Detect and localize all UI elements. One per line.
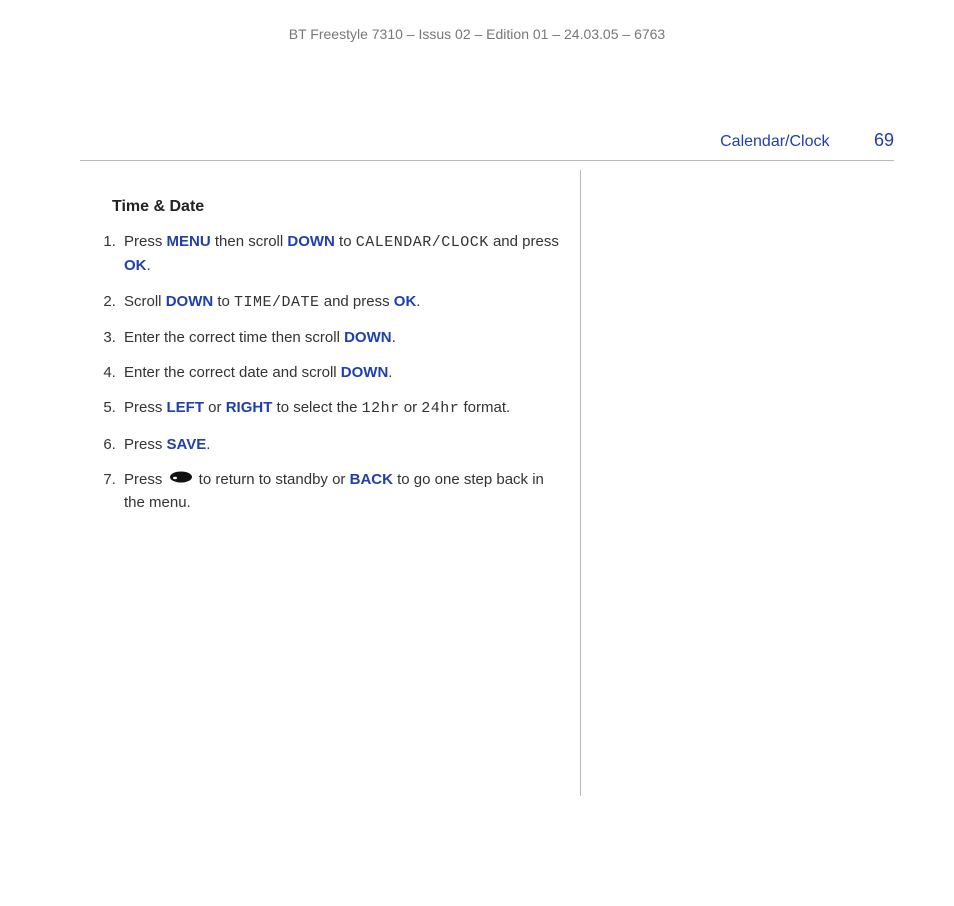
step-2: Scroll DOWN to TIME/DATE and press OK. [120, 290, 560, 314]
text: or [204, 399, 226, 416]
text: Enter the correct date and scroll [124, 364, 341, 381]
text: to [335, 233, 356, 250]
key-ok: OK [394, 293, 417, 310]
text: Press [124, 436, 167, 453]
running-head: Calendar/Clock 69 [720, 130, 894, 151]
header-rule [80, 160, 894, 161]
text: . [392, 329, 396, 346]
text: Enter the correct time then scroll [124, 329, 344, 346]
text: Press [124, 233, 167, 250]
key-right: RIGHT [226, 399, 273, 416]
step-5: Press LEFT or RIGHT to select the 12hr o… [120, 396, 560, 420]
key-down: DOWN [287, 233, 335, 250]
page-number: 69 [874, 130, 894, 150]
text: and press [489, 233, 559, 250]
doc-info-header: BT Freestyle 7310 – Issus 02 – Edition 0… [0, 0, 954, 42]
key-back: BACK [350, 471, 393, 488]
key-menu: MENU [167, 233, 211, 250]
text: or [400, 399, 422, 416]
text: . [416, 293, 420, 310]
two-column-layout: Time & Date Press MENU then scroll DOWN … [80, 170, 894, 796]
text: format. [459, 399, 510, 416]
key-down: DOWN [341, 364, 389, 381]
key-down: DOWN [166, 293, 214, 310]
text: Press [124, 399, 167, 416]
text: . [388, 364, 392, 381]
key-save: SAVE [167, 436, 207, 453]
text: . [147, 257, 151, 274]
steps-list: Press MENU then scroll DOWN to CALENDAR/… [80, 230, 560, 515]
right-column [581, 170, 894, 796]
text: Press [124, 471, 167, 488]
text: then scroll [211, 233, 288, 250]
text: to [213, 293, 234, 310]
text: to select the [272, 399, 361, 416]
subhead-time-date: Time & Date [112, 198, 560, 216]
step-1: Press MENU then scroll DOWN to CALENDAR/… [120, 230, 560, 278]
text: to return to standby or [195, 471, 350, 488]
key-down: DOWN [344, 329, 392, 346]
text: and press [320, 293, 394, 310]
hangup-icon [169, 468, 193, 491]
key-ok: OK [124, 257, 147, 274]
section-title: Calendar/Clock [720, 133, 829, 150]
text: . [206, 436, 210, 453]
lcd-time-date: TIME/DATE [234, 294, 320, 311]
lcd-calendar-clock: CALENDAR/CLOCK [356, 234, 489, 251]
text: Scroll [124, 293, 166, 310]
key-left: LEFT [167, 399, 205, 416]
step-3: Enter the correct time then scroll DOWN. [120, 326, 560, 349]
step-7: Press to return to standby or BACK to go… [120, 468, 560, 515]
step-6: Press SAVE. [120, 433, 560, 456]
step-4: Enter the correct date and scroll DOWN. [120, 361, 560, 384]
left-column: Time & Date Press MENU then scroll DOWN … [80, 170, 580, 796]
lcd-24hr: 24hr [421, 400, 459, 417]
lcd-12hr: 12hr [362, 400, 400, 417]
doc-info-text: BT Freestyle 7310 – Issus 02 – Edition 0… [289, 26, 665, 42]
